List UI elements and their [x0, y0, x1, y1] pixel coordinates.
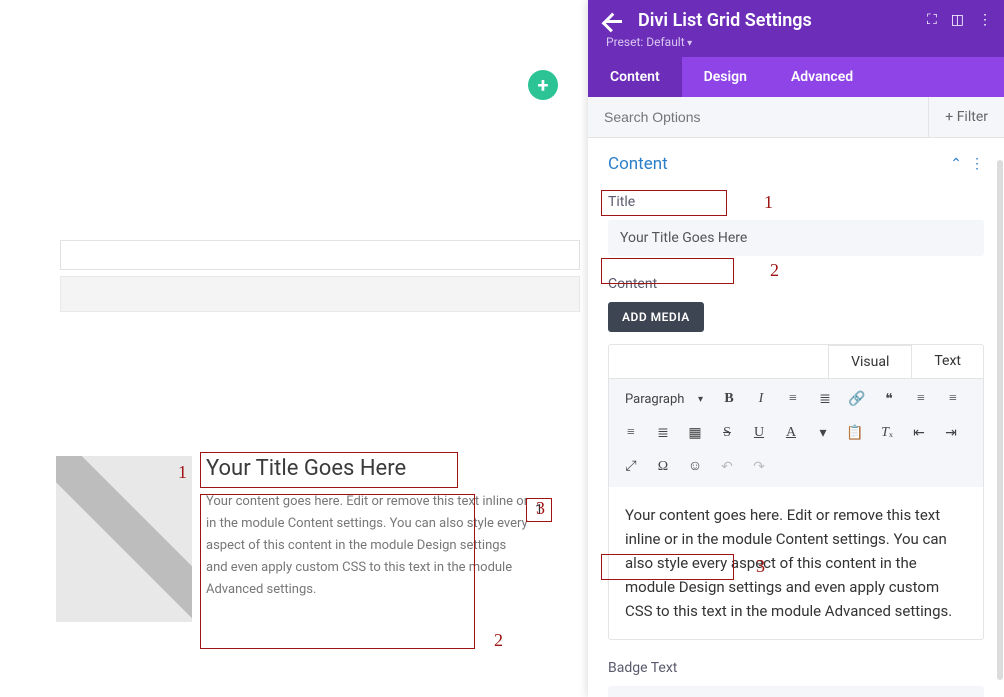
redo-icon[interactable]: ↷ [747, 455, 771, 479]
table-icon[interactable]: ▦ [683, 421, 707, 445]
rich-text-editor: Visual Text Paragraph B I ≡ ≣ 🔗 ❝ ≡ ≡ ≡ … [608, 344, 984, 640]
align-left-icon[interactable]: ≡ [909, 387, 933, 411]
expand-icon[interactable]: ⛶ [927, 12, 937, 28]
indent-icon[interactable]: ⇥ [939, 421, 963, 445]
empty-row-1[interactable] [60, 240, 580, 270]
title-input[interactable]: Your Title Goes Here [608, 220, 984, 256]
badge-text-input[interactable]: 1 [608, 686, 984, 697]
preview-body[interactable]: Your content goes here. Edit or remove t… [206, 491, 580, 601]
preset-dropdown[interactable]: Preset: Default [606, 35, 988, 49]
settings-panel: Divi List Grid Settings Preset: Default … [588, 0, 1004, 697]
section-dots-icon[interactable]: ⋮ [970, 156, 984, 172]
layout-icon[interactable]: ◫ [951, 12, 964, 28]
annotation-number: 2 [770, 260, 779, 281]
clear-format-icon[interactable]: Tₓ [875, 421, 899, 445]
title-field-label: Title [608, 190, 984, 214]
search-input[interactable] [588, 97, 928, 137]
menu-dots-icon[interactable]: ⋮ [978, 12, 992, 28]
number-list-icon[interactable]: ≣ [813, 387, 837, 411]
add-media-button[interactable]: ADD MEDIA [608, 302, 704, 332]
panel-header: Divi List Grid Settings Preset: Default … [588, 0, 1004, 57]
preview-title[interactable]: Your Title Goes Here [206, 456, 580, 481]
strike-icon[interactable]: S [715, 421, 739, 445]
back-arrow-icon[interactable] [604, 13, 624, 29]
filter-button[interactable]: + Filter [928, 97, 1004, 137]
editor-toolbar: Paragraph B I ≡ ≣ 🔗 ❝ ≡ ≡ ≡ ≣ ▦ S U A ▾ [609, 378, 983, 487]
search-row: + Filter [588, 97, 1004, 138]
editor-tab-visual[interactable]: Visual [828, 345, 912, 378]
annotation-number: 3 [536, 498, 545, 519]
panel-body: Content ⌃ ⋮ Title Your Title Goes Here C… [588, 138, 1004, 697]
editor-tab-text[interactable]: Text [912, 345, 983, 378]
align-center-icon[interactable]: ≡ [619, 421, 643, 445]
chevron-up-icon[interactable]: ⌃ [950, 156, 962, 172]
preview-canvas: + Your Title Goes Here Your content goes… [0, 0, 588, 697]
annotation-number: 3 [756, 556, 765, 577]
bold-icon[interactable]: B [717, 387, 741, 411]
quote-icon[interactable]: ❝ [877, 387, 901, 411]
annotation-number: 2 [494, 630, 503, 651]
align-right-icon[interactable]: ≡ [941, 387, 965, 411]
omega-icon[interactable]: Ω [651, 455, 675, 479]
color-caret-icon[interactable]: ▾ [811, 421, 835, 445]
editor-content[interactable]: Your content goes here. Edit or remove t… [609, 487, 983, 639]
undo-icon[interactable]: ↶ [715, 455, 739, 479]
underline-icon[interactable]: U [747, 421, 771, 445]
tab-advanced[interactable]: Advanced [769, 57, 875, 97]
outdent-icon[interactable]: ⇤ [907, 421, 931, 445]
paragraph-format-select[interactable]: Paragraph [619, 387, 709, 411]
paste-icon[interactable]: 📋 [843, 421, 867, 445]
fullscreen-icon[interactable]: ⤢ [619, 455, 643, 479]
annotation-number: 1 [178, 462, 187, 483]
align-justify-icon[interactable]: ≣ [651, 421, 675, 445]
section-title[interactable]: Content [608, 154, 668, 174]
add-module-button[interactable]: + [528, 70, 558, 100]
panel-title: Divi List Grid Settings [638, 10, 812, 31]
text-color-icon[interactable]: A [779, 421, 803, 445]
bullet-list-icon[interactable]: ≡ [781, 387, 805, 411]
placeholder-image-icon [56, 456, 192, 622]
italic-icon[interactable]: I [749, 387, 773, 411]
empty-row-2[interactable] [60, 276, 580, 312]
annotation-number: 1 [764, 192, 773, 213]
settings-tabs: Content Design Advanced [588, 57, 1004, 97]
link-icon[interactable]: 🔗 [845, 387, 869, 411]
emoji-icon[interactable]: ☺ [683, 455, 707, 479]
badge-text-label: Badge Text [608, 656, 984, 680]
tab-design[interactable]: Design [682, 57, 769, 97]
scrollbar[interactable] [997, 160, 1003, 680]
content-field-label: Content [608, 272, 984, 296]
preview-card: Your Title Goes Here Your content goes h… [56, 456, 580, 632]
tab-content[interactable]: Content [588, 57, 682, 97]
